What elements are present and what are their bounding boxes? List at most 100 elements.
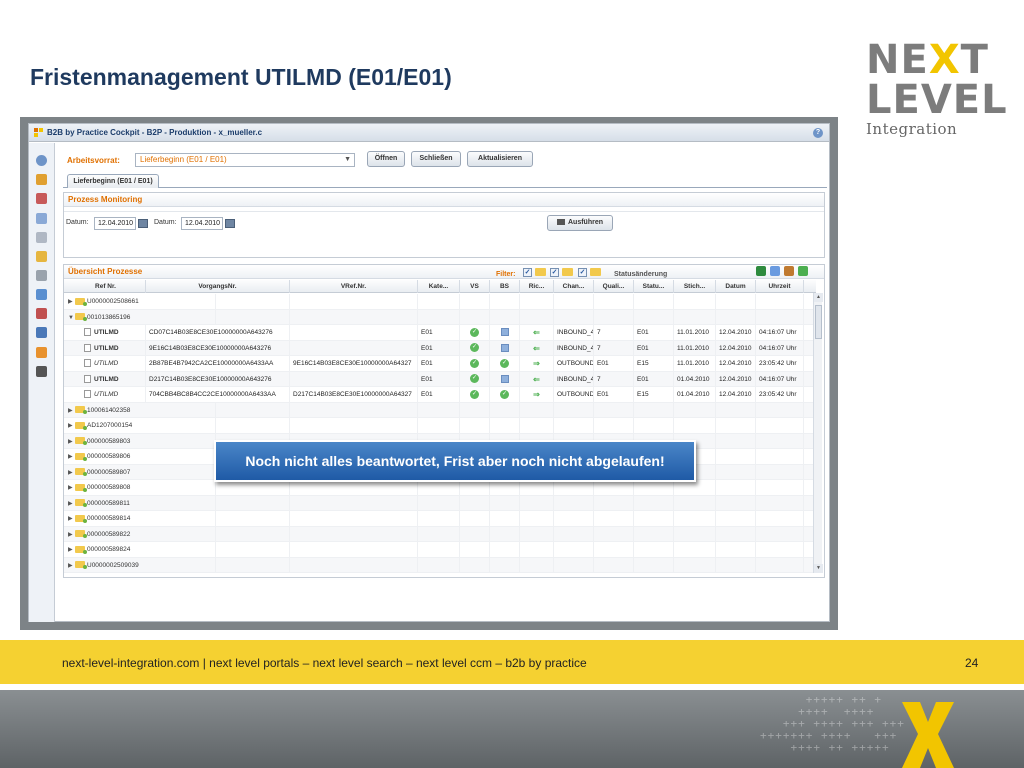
- vref-cell: [290, 340, 418, 356]
- calendar-icon[interactable]: [225, 219, 235, 228]
- arrow-left-icon: ⇐: [533, 343, 540, 353]
- collapsed-arrow-icon[interactable]: ▶: [68, 512, 75, 526]
- check-icon: ✓: [470, 327, 479, 337]
- users-icon[interactable]: [36, 289, 47, 300]
- empty-cell: [594, 526, 634, 542]
- document-icon[interactable]: [36, 213, 47, 224]
- user-icon[interactable]: [784, 266, 794, 276]
- empty-cell: [554, 418, 594, 433]
- open-button[interactable]: Öffnen: [367, 151, 405, 167]
- excel-icon[interactable]: [756, 266, 766, 276]
- empty-cell: [716, 418, 756, 433]
- table-row[interactable]: ▼ 001013865196: [64, 309, 816, 325]
- date-to-input[interactable]: 12.04.2010: [181, 217, 223, 230]
- filter-checkbox[interactable]: ✓: [578, 268, 587, 277]
- filter-checkbox[interactable]: ✓: [523, 268, 532, 277]
- column-header[interactable]: VorgangsNr.: [146, 280, 290, 293]
- table-row[interactable]: UTILMD CD07C14B03E8CE30E10000000A643276 E0…: [64, 325, 816, 341]
- scroll-down-icon[interactable]: ▼: [814, 564, 823, 573]
- help-icon[interactable]: ?: [813, 128, 823, 138]
- refresh-button[interactable]: Aktualisieren: [467, 151, 533, 167]
- collapsed-arrow-icon[interactable]: ▶: [68, 435, 75, 449]
- column-header[interactable]: Stich...: [674, 280, 716, 293]
- arrow-left-icon: ⇐: [533, 328, 540, 337]
- home-icon[interactable]: [36, 174, 47, 185]
- document-icon: [84, 374, 91, 383]
- column-header[interactable]: Ric...: [520, 280, 554, 293]
- table-row[interactable]: ▶ 100061402358: [64, 402, 816, 418]
- chart-icon[interactable]: [36, 193, 47, 204]
- empty-cell: [634, 418, 674, 433]
- collapsed-arrow-icon[interactable]: ▶: [68, 497, 75, 511]
- calendar-icon[interactable]: [138, 219, 148, 228]
- empty-cell: [520, 542, 554, 557]
- table-row[interactable]: UTILMD 704CBB4BC8B4CC2CE10000000A6433AA D2…: [64, 387, 816, 403]
- vorgang-cell: 9E16C14B03E8CE30E10000000A643276: [146, 340, 290, 356]
- collapsed-arrow-icon[interactable]: ▶: [68, 528, 75, 542]
- search-icon[interactable]: [36, 232, 47, 243]
- empty-cell: [716, 449, 756, 464]
- empty-cell: [490, 480, 520, 495]
- user-group-icon[interactable]: [36, 308, 47, 319]
- table-row[interactable]: ▶ U0000002508661: [64, 294, 816, 310]
- execute-button[interactable]: Ausführen: [547, 215, 613, 231]
- table-row[interactable]: ▶ 000000589822: [64, 526, 816, 542]
- tree-node: ▶ 000000589811: [66, 495, 216, 511]
- table-row[interactable]: ▶ 000000589811: [64, 495, 816, 511]
- collapsed-arrow-icon[interactable]: ▶: [68, 450, 75, 464]
- help-icon[interactable]: [36, 155, 47, 166]
- expand-icon[interactable]: [798, 266, 808, 276]
- scroll-thumb[interactable]: [815, 305, 822, 339]
- monitor-icon[interactable]: [36, 327, 47, 338]
- table-row[interactable]: UTILMD 2B87BE4B7942CA2CE10000000A6433AA 9E…: [64, 356, 816, 372]
- table-row[interactable]: UTILMD 9E16C14B03E8CE30E10000000A643276 E0…: [64, 340, 816, 356]
- empty-cell: [290, 526, 418, 542]
- table-row[interactable]: UTILMD D217C14B03E8CE30E10000000A643276 E0…: [64, 371, 816, 387]
- collapsed-arrow-icon[interactable]: ▶: [68, 404, 75, 418]
- empty-cell: [216, 557, 290, 573]
- tab-lieferbeginn[interactable]: Lieferbeginn (E01 / E01): [67, 174, 159, 188]
- column-header[interactable]: Statu...: [634, 280, 674, 293]
- empty-cell: [634, 526, 674, 542]
- settings-icon[interactable]: [36, 270, 47, 281]
- column-header[interactable]: Kate...: [418, 280, 460, 293]
- empty-cell: [418, 542, 460, 557]
- printer-icon[interactable]: [36, 366, 47, 377]
- filter-checkbox[interactable]: ✓: [550, 268, 559, 277]
- collapsed-arrow-icon[interactable]: ▶: [68, 466, 75, 480]
- table-row[interactable]: ▶ 000000589824: [64, 542, 816, 558]
- column-header[interactable]: Quali...: [594, 280, 634, 293]
- vs-cell: ✓: [460, 325, 490, 340]
- empty-cell: [594, 294, 634, 309]
- column-header[interactable]: Datum: [716, 280, 756, 293]
- column-header[interactable]: VS: [460, 280, 490, 293]
- column-header[interactable]: Ref Nr.: [66, 280, 146, 293]
- table-row[interactable]: ▶ AD1207000154: [64, 418, 816, 434]
- worklist-select[interactable]: Lieferbeginn (E01 / E01) ▼: [135, 153, 355, 167]
- table-row[interactable]: ▶ U0000002509039: [64, 557, 816, 573]
- close-button[interactable]: Schließen: [411, 151, 461, 167]
- collapsed-arrow-icon[interactable]: ▶: [68, 481, 75, 495]
- vorgang-cell: 2B87BE4B7942CA2CE10000000A6433AA: [146, 356, 290, 371]
- empty-cell: [418, 402, 460, 418]
- vertical-scrollbar[interactable]: ▲ ▼: [813, 293, 823, 573]
- empty-cell: [418, 294, 460, 309]
- table-row[interactable]: ▶ 000000589814: [64, 511, 816, 527]
- column-header[interactable]: Chan...: [554, 280, 594, 293]
- scroll-up-icon[interactable]: ▲: [814, 293, 823, 302]
- date-from-input[interactable]: 12.04.2010: [94, 217, 136, 230]
- collapsed-arrow-icon[interactable]: ▶: [68, 559, 75, 573]
- column-header[interactable]: BS: [490, 280, 520, 293]
- empty-cell: [460, 557, 490, 573]
- mail-icon[interactable]: [36, 347, 47, 358]
- table-row[interactable]: ▶ 000000589808: [64, 480, 816, 496]
- expanded-arrow-icon[interactable]: ▼: [68, 311, 75, 325]
- lock-icon[interactable]: [36, 251, 47, 262]
- collapsed-arrow-icon[interactable]: ▶: [68, 543, 75, 557]
- collapsed-arrow-icon[interactable]: ▶: [68, 419, 75, 433]
- empty-cell: [520, 495, 554, 511]
- copy-icon[interactable]: [770, 266, 780, 276]
- column-header[interactable]: VRef.Nr.: [290, 280, 418, 293]
- column-header[interactable]: Uhrzeit: [756, 280, 804, 293]
- collapsed-arrow-icon[interactable]: ▶: [68, 295, 75, 309]
